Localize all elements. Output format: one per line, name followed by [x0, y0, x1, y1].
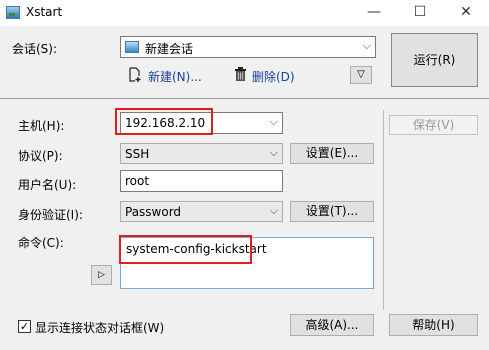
chevron-down-icon: ⌵ [269, 115, 278, 128]
window-title: Xstart [26, 5, 63, 19]
new-file-icon [129, 67, 141, 82]
username-label: 用户名(U): [18, 178, 77, 192]
chevron-down-icon: ⌵ [362, 39, 371, 52]
protocol-value: SSH [125, 147, 150, 161]
minimize-button[interactable]: — [351, 0, 397, 26]
config-panel [0, 98, 489, 350]
show-status-checkbox[interactable]: ✓ [18, 320, 31, 333]
new-session-label: 新建(N)... [148, 70, 202, 84]
host-label: 主机(H): [18, 119, 65, 133]
save-button[interactable]: 保存(V) [389, 115, 478, 135]
xstart-app-icon [6, 6, 20, 19]
run-button[interactable]: 运行(R) [391, 33, 478, 87]
protocol-settings-button[interactable]: 设置(E)... [290, 143, 374, 164]
show-status-label: 显示连接状态对话框(W) [35, 321, 165, 335]
vertical-divider [383, 110, 384, 310]
session-value: 新建会话 [145, 42, 194, 56]
command-label: 命令(C): [18, 236, 64, 250]
delete-session-label: 删除(D) [252, 70, 295, 84]
trash-icon [235, 67, 246, 81]
username-input[interactable]: root [120, 170, 283, 192]
delete-session-button[interactable]: 删除(D) [232, 66, 302, 84]
session-label: 会话(S): [12, 42, 58, 56]
auth-label: 身份验证(I): [18, 208, 83, 222]
auth-value: Password [125, 205, 182, 219]
chevron-down-icon: ⌵ [269, 204, 278, 217]
auth-settings-button[interactable]: 设置(T)... [290, 201, 374, 222]
session-options-button[interactable]: ▽ [350, 66, 372, 84]
expand-command-button[interactable]: ▷ [91, 265, 112, 285]
username-value: root [125, 174, 150, 188]
advanced-button[interactable]: 高级(A)... [290, 314, 374, 336]
session-icon [125, 41, 139, 53]
command-highlight-box [119, 235, 252, 264]
protocol-label: 协议(P): [18, 149, 63, 163]
close-button[interactable]: ✕ [443, 0, 489, 26]
help-button[interactable]: 帮助(H) [389, 314, 478, 336]
maximize-button[interactable]: ☐ [397, 0, 443, 26]
protocol-select[interactable]: SSH ⌵ [120, 143, 283, 164]
host-highlight-box [115, 108, 213, 135]
new-session-button[interactable]: 新建(N)... [126, 66, 206, 84]
session-select[interactable]: 新建会话 ⌵ [120, 36, 376, 58]
chevron-down-icon: ⌵ [269, 146, 278, 159]
auth-select[interactable]: Password ⌵ [120, 201, 283, 222]
